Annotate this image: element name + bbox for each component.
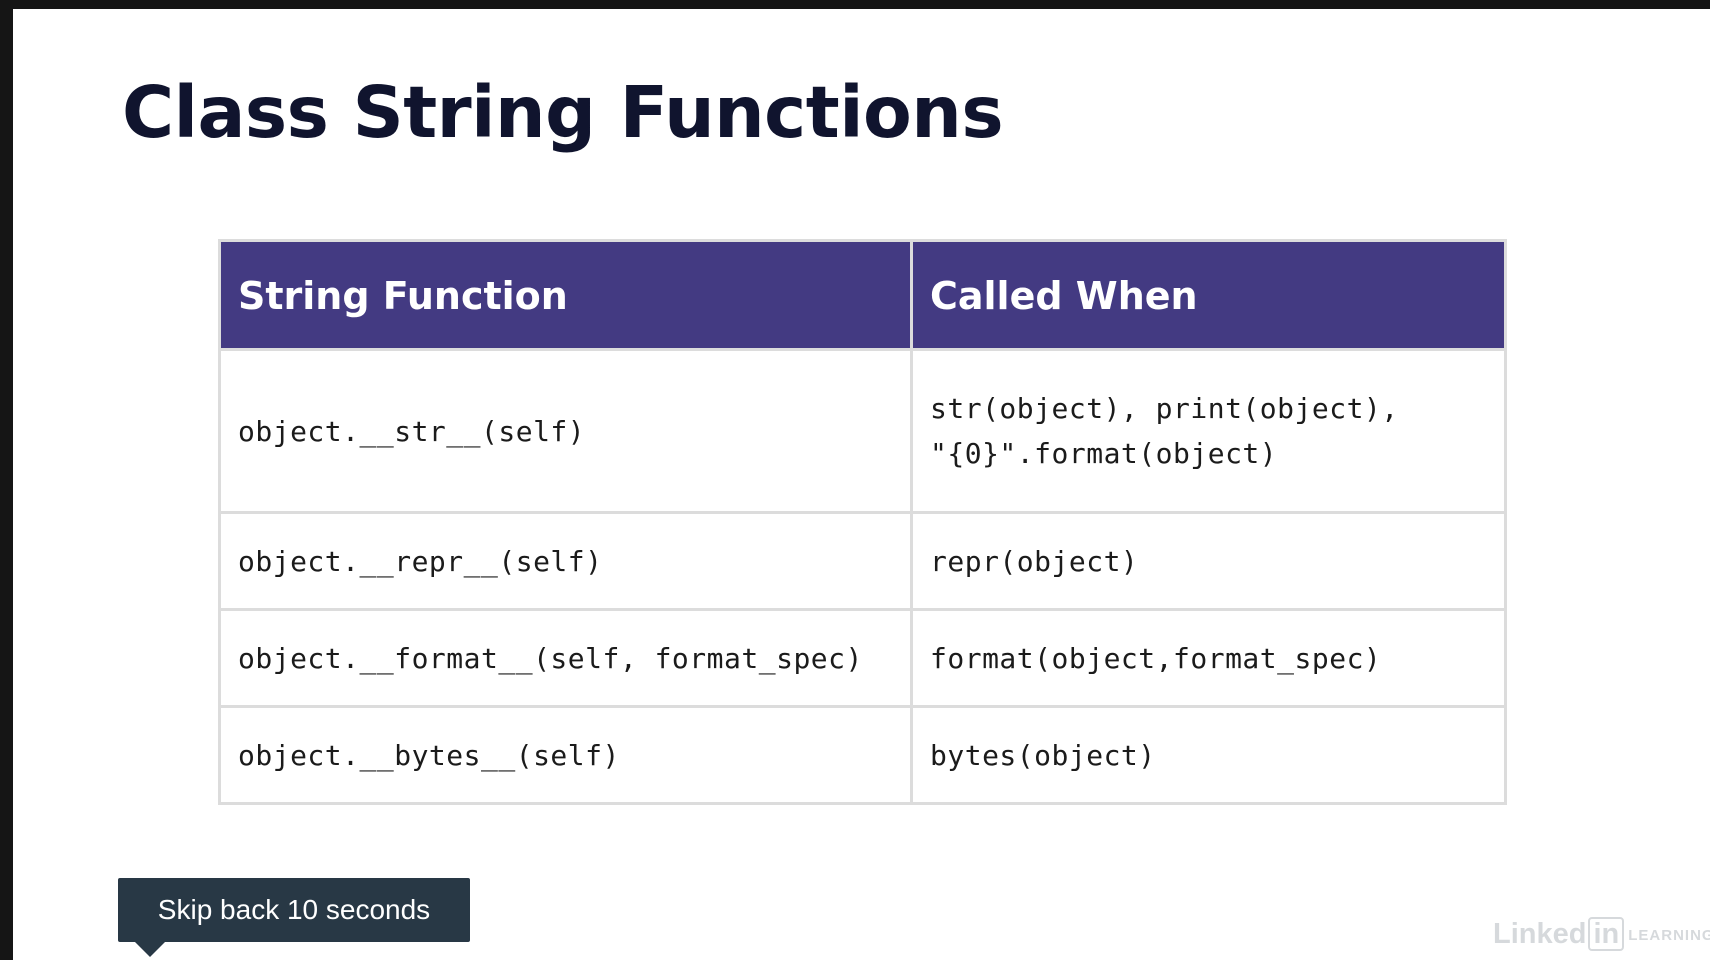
function-text: object.__bytes__(self) — [238, 738, 620, 772]
called-when-cell: str(object), print(object), "{0}".format… — [910, 348, 1507, 514]
skip-back-tooltip: Skip back 10 seconds — [118, 878, 470, 942]
table-row: object.__format__(self, format_spec) for… — [218, 608, 1507, 708]
called-when-line: repr(object) — [930, 544, 1139, 578]
watermark-brand: Linked — [1493, 918, 1587, 950]
function-cell: object.__format__(self, format_spec) — [218, 608, 913, 708]
called-when-cell: format(object,format_spec) — [910, 608, 1507, 708]
string-functions-table: String Function Called When object.__str… — [218, 239, 1507, 805]
column-header-string-function: String Function — [218, 239, 913, 351]
table-row: object.__str__(self) str(object), print(… — [218, 348, 1507, 514]
watermark-brand-box: in — [1588, 917, 1625, 951]
function-cell: object.__repr__(self) — [218, 511, 913, 611]
function-text: object.__format__(self, format_spec) — [238, 641, 863, 675]
called-when-line: format(object,format_spec) — [930, 641, 1382, 675]
called-when-cell: bytes(object) — [910, 705, 1507, 805]
column-header-called-when: Called When — [910, 239, 1507, 351]
called-when-line: "{0}".format(object) — [930, 437, 1278, 470]
watermark-sub: LEARNING — [1628, 926, 1710, 944]
function-text: object.__str__(self) — [238, 414, 586, 448]
slide: Class String Functions String Function C… — [13, 9, 1710, 960]
table-row: object.__repr__(self) repr(object) — [218, 511, 1507, 611]
called-when-line: bytes(object) — [930, 738, 1156, 772]
tooltip-arrow — [135, 942, 165, 957]
called-when-line: str(object), print(object), — [930, 392, 1399, 425]
table-header-row: String Function Called When — [218, 239, 1507, 351]
function-text: object.__repr__(self) — [238, 544, 603, 578]
function-cell: object.__bytes__(self) — [218, 705, 913, 805]
function-cell: object.__str__(self) — [218, 348, 913, 514]
linkedin-learning-watermark: Linked in LEARNING — [1493, 917, 1710, 951]
slide-title: Class String Functions — [122, 71, 1004, 154]
table-row: object.__bytes__(self) bytes(object) — [218, 705, 1507, 805]
called-when-cell: repr(object) — [910, 511, 1507, 611]
video-player[interactable]: Class String Functions String Function C… — [0, 0, 1710, 960]
